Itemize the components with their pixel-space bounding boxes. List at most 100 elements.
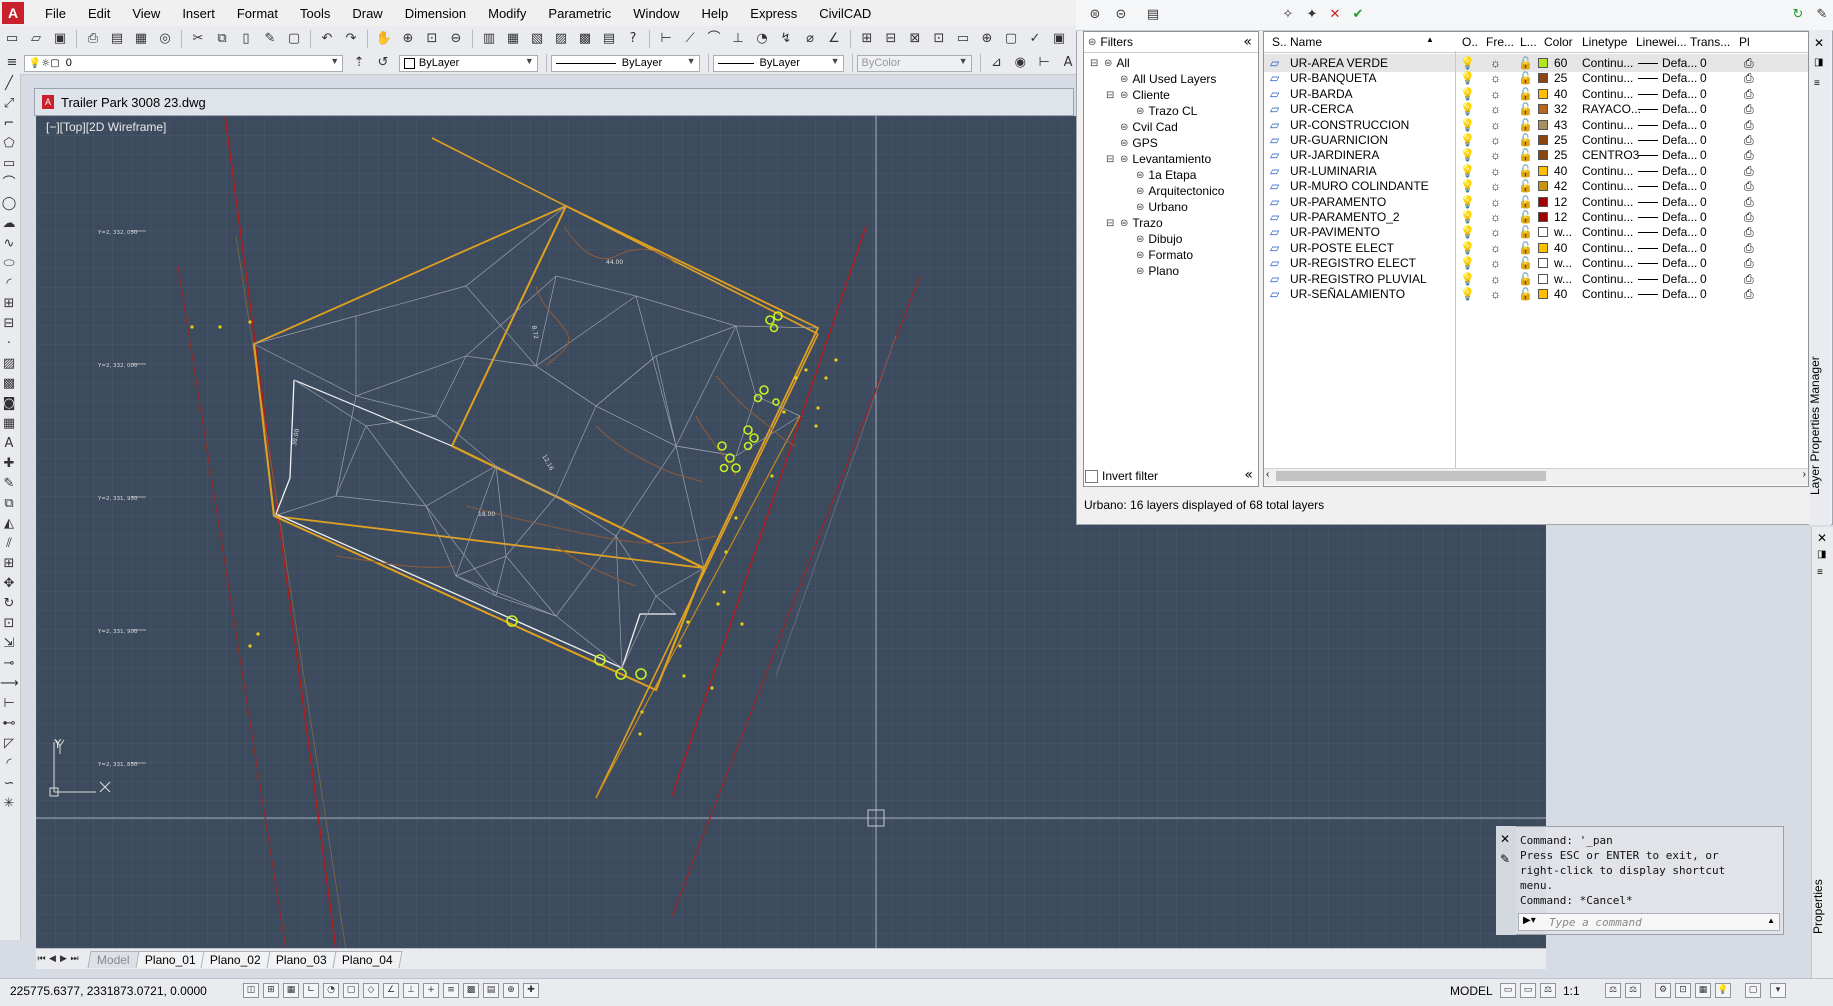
dynamic-input-icon[interactable]: + (423, 983, 439, 998)
layer-color-swatch[interactable] (1538, 58, 1548, 68)
invert-filter-checkbox[interactable]: Invert filter « (1085, 467, 1257, 485)
layer-lineweight[interactable]: Defa... (1662, 241, 1697, 255)
inspect-icon[interactable]: ▢ (1001, 29, 1021, 49)
layer-freeze-sun-icon[interactable]: ☼ (1490, 102, 1501, 116)
tool-palettes-icon[interactable]: ▧ (527, 29, 547, 49)
new-group-filter-icon[interactable]: ⊝ (1111, 5, 1131, 25)
pan-icon[interactable]: ✋ (374, 29, 394, 49)
layer-linetype[interactable]: Continu... (1582, 195, 1633, 209)
dim-style-icon[interactable]: ⊢ (1034, 53, 1054, 73)
layer-color-value[interactable]: 25 (1554, 148, 1567, 162)
layer-lineweight[interactable]: Defa... (1662, 56, 1697, 70)
layer-transparency[interactable]: 0 (1700, 71, 1707, 85)
layer-name[interactable]: UR-LUMINARIA (1290, 164, 1377, 178)
grid-display-icon[interactable]: ▦ (283, 983, 299, 998)
layer-name[interactable]: UR-AREA VERDE (1290, 56, 1388, 70)
layer-transparency[interactable]: 0 (1700, 210, 1707, 224)
isolate-objects-icon[interactable]: 💡 (1715, 983, 1731, 998)
filter-tree-item[interactable]: ⊟ ⊜ Levantamiento (1106, 152, 1211, 166)
menu-file[interactable]: File (34, 6, 77, 21)
erase-icon[interactable]: ✎ (0, 474, 18, 494)
workspace-switch-icon[interactable]: ⚙ (1655, 983, 1671, 998)
linear-dimension-icon[interactable]: ⊢ (656, 29, 676, 49)
tree-expander-icon[interactable]: ⊟ (1090, 58, 1100, 69)
menu-format[interactable]: Format (226, 6, 289, 21)
layer-freeze-sun-icon[interactable]: ☼ (1490, 148, 1501, 162)
layer-linetype[interactable]: RAYACO... (1582, 102, 1641, 116)
layer-properties-icon[interactable]: ≡ (2, 53, 22, 73)
filter-tree-item[interactable]: ⊟ ⊜ All (1090, 56, 1130, 70)
3d-osnap-icon[interactable]: ◇ (363, 983, 379, 998)
layer-lock-icon[interactable]: 🔓 (1518, 118, 1533, 132)
layer-lineweight[interactable]: Defa... (1662, 71, 1697, 85)
column-header-name[interactable]: Name (1290, 35, 1322, 49)
tree-expander-icon[interactable]: ⊟ (1106, 218, 1116, 229)
cut-icon[interactable]: ✂ (188, 29, 208, 49)
annotation-scale-icon[interactable]: ⚖ (1540, 983, 1556, 998)
close-icon[interactable]: ✕ (1817, 531, 1827, 545)
polyline-icon[interactable]: ⌐ (0, 114, 18, 134)
add-selected-icon[interactable]: ✚ (0, 454, 18, 474)
command-input[interactable]: ▶▾ Type a command ▲ (1518, 913, 1780, 931)
ellipse-icon[interactable]: ⬭ (0, 254, 18, 274)
layer-name[interactable]: UR-PAVIMENTO (1290, 225, 1380, 239)
layer-linetype[interactable]: Continu... (1582, 256, 1633, 270)
autohide-icon[interactable]: ◨ (1814, 57, 1823, 68)
gradient-icon[interactable]: ▩ (0, 374, 18, 394)
linetype-dropdown[interactable]: ByLayer ▼ (550, 54, 700, 72)
layer-color-value[interactable]: 42 (1554, 179, 1567, 193)
filter-tree-item[interactable]: ⊜ Plano (1122, 264, 1179, 278)
layer-lock-icon[interactable]: 🔓 (1518, 272, 1533, 286)
layer-color-swatch[interactable] (1538, 150, 1548, 161)
polygon-icon[interactable]: ⬠ (0, 134, 18, 154)
mtext-icon[interactable]: A (0, 434, 18, 454)
zoom-window-icon[interactable]: ⊡ (422, 29, 442, 49)
layer-color-swatch[interactable] (1538, 181, 1548, 192)
scroll-right-icon[interactable]: › (1803, 469, 1806, 480)
delete-layer-icon[interactable]: ✕ (1325, 5, 1345, 25)
layer-previous-icon[interactable]: ↺ (373, 53, 393, 73)
help-icon[interactable]: ? (623, 29, 643, 49)
layer-color-value[interactable]: 60 (1554, 56, 1567, 70)
extend-icon[interactable]: ⟶ (0, 674, 19, 694)
transparency-icon[interactable]: ▩ (463, 983, 479, 998)
trim-icon[interactable]: ⊸ (0, 654, 18, 674)
layer-freeze-sun-icon[interactable]: ☼ (1490, 195, 1501, 209)
layer-name[interactable]: UR-PARAMENTO (1290, 195, 1386, 209)
layer-name[interactable]: UR-PARAMENTO_2 (1290, 210, 1400, 224)
layer-transparency[interactable]: 0 (1700, 256, 1707, 270)
layer-transparency[interactable]: 0 (1700, 87, 1707, 101)
layer-lineweight[interactable]: Defa... (1662, 102, 1697, 116)
column-header-freeze[interactable]: Fre... (1486, 35, 1514, 49)
layer-states-icon[interactable]: ▤ (1143, 5, 1163, 25)
layer-transparency[interactable]: 0 (1700, 225, 1707, 239)
layer-transparency[interactable]: 0 (1700, 272, 1707, 286)
layer-transparency[interactable]: 0 (1700, 241, 1707, 255)
column-header-on[interactable]: O.. (1462, 35, 1478, 49)
layer-plot-icon[interactable]: ⎙ (1744, 287, 1754, 302)
layer-on-bulb-icon[interactable]: 💡 (1460, 164, 1475, 178)
layer-color-value[interactable]: 40 (1554, 241, 1567, 255)
annotation-monitor-icon[interactable]: ✚ (523, 983, 539, 998)
layer-lineweight[interactable]: Defa... (1662, 210, 1697, 224)
layer-color-value[interactable]: w... (1554, 225, 1572, 239)
layer-transparency[interactable]: 0 (1700, 164, 1707, 178)
layer-on-bulb-icon[interactable]: 💡 (1460, 102, 1475, 116)
table-style-icon[interactable]: ⊿ (987, 53, 1007, 73)
layer-color-value[interactable]: 40 (1554, 87, 1567, 101)
layer-name[interactable]: UR-REGISTRO ELECT (1290, 256, 1416, 270)
layer-freeze-sun-icon[interactable]: ☼ (1490, 133, 1501, 147)
layer-color-swatch[interactable] (1538, 212, 1548, 222)
layer-on-bulb-icon[interactable]: 💡 (1460, 87, 1475, 101)
layer-linetype[interactable]: Continu... (1582, 179, 1633, 193)
layer-lock-icon[interactable]: 🔓 (1518, 241, 1533, 255)
checkbox-icon[interactable] (1085, 469, 1098, 483)
menu-tools[interactable]: Tools (289, 6, 341, 21)
layer-on-bulb-icon[interactable]: 💡 (1460, 133, 1475, 147)
layer-color-value[interactable]: 12 (1554, 195, 1567, 209)
region-icon[interactable]: ◙ (0, 394, 18, 414)
layer-linetype[interactable]: Continu... (1582, 225, 1633, 239)
layer-linetype[interactable]: Continu... (1582, 272, 1633, 286)
ortho-mode-icon[interactable]: ∟ (303, 983, 319, 998)
layout-tab[interactable]: Plano_04 (332, 950, 403, 968)
